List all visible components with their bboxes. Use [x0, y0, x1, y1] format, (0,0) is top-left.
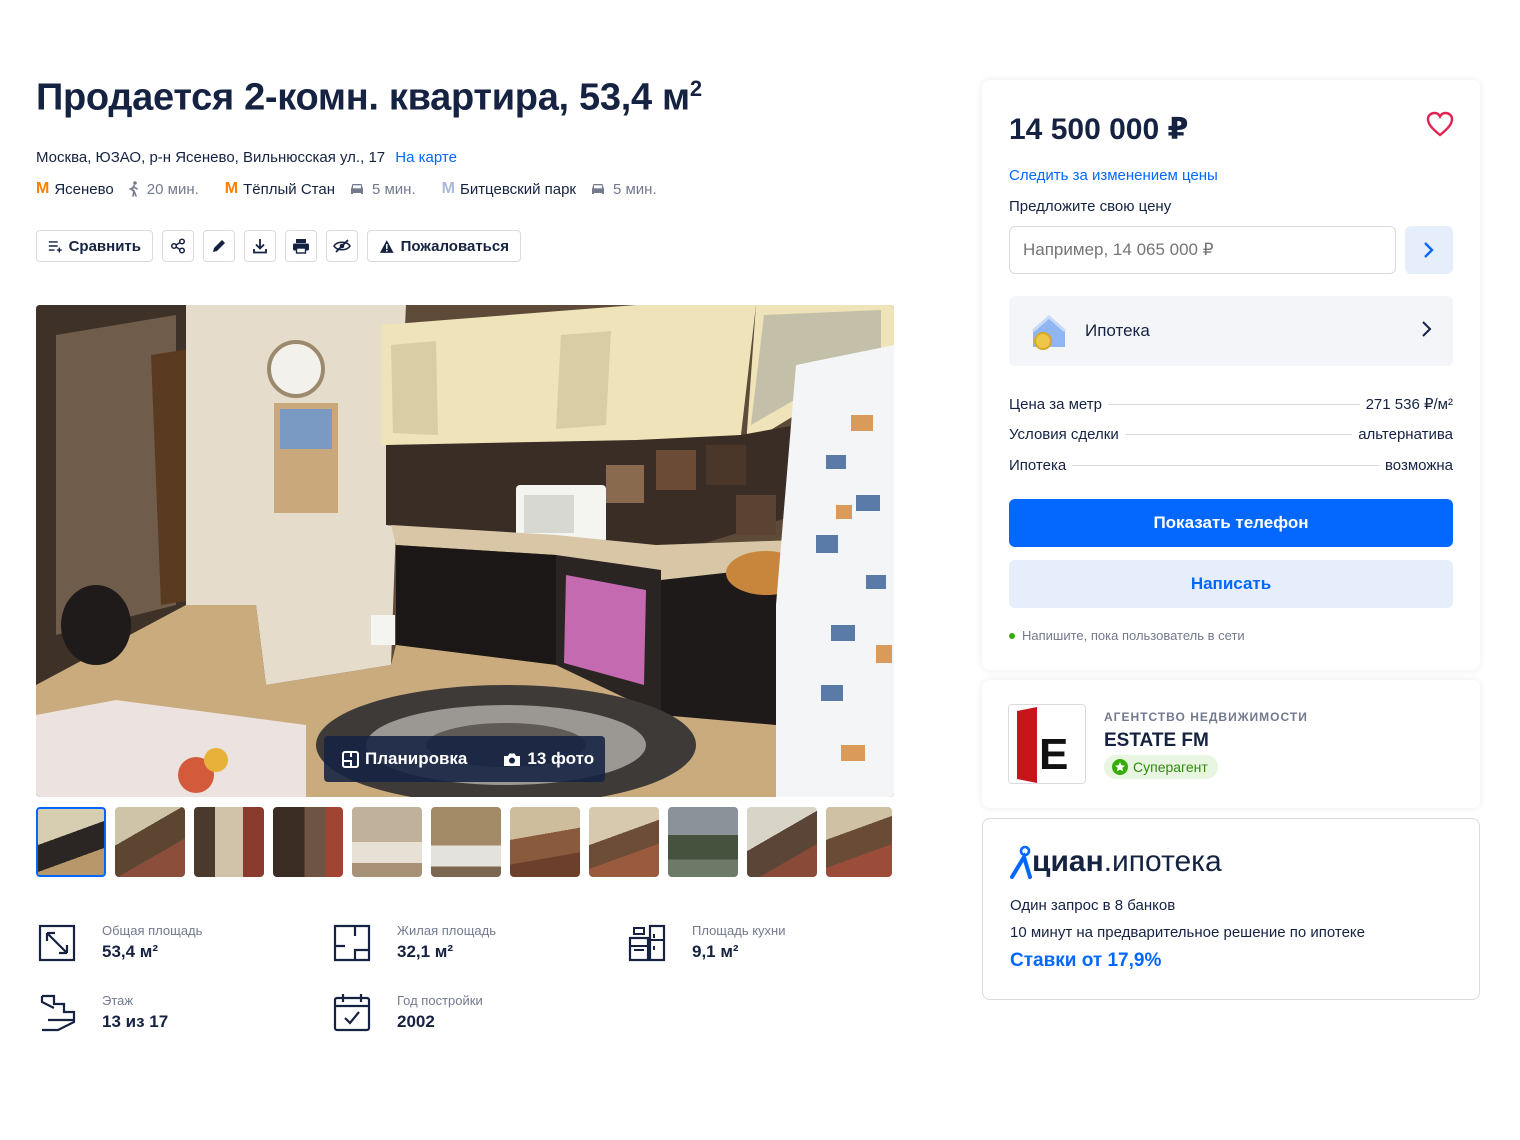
offer-price-input[interactable]: [1009, 226, 1396, 274]
watch-price-link[interactable]: Следить за изменением цены: [1009, 167, 1218, 184]
spec-row: Условия сделки альтернатива: [1009, 426, 1453, 443]
map-link[interactable]: На карте: [395, 149, 457, 166]
download-button[interactable]: [244, 230, 276, 262]
share-icon: [170, 238, 186, 254]
thumbnail[interactable]: [273, 807, 343, 877]
fact-floor: Этаж 13 из 17: [36, 990, 168, 1034]
metro-station[interactable]: M Тёплый Стан 5 мин.: [225, 180, 416, 198]
living-area-icon: [333, 924, 371, 962]
metro-name: Ясенево: [54, 180, 114, 198]
gallery-controls: Планировка 13 фото: [324, 736, 605, 782]
walk-icon: [128, 181, 138, 197]
cian-mortgage-logo: циан .ипотека: [1010, 845, 1222, 879]
show-phone-button[interactable]: Показать телефон: [1009, 499, 1453, 547]
compare-icon: [48, 241, 62, 253]
photo-gallery[interactable]: Планировка 13 фото: [36, 305, 894, 797]
floor-plan-icon: [342, 750, 359, 768]
online-status: Напишите, пока пользователь в сети: [1009, 628, 1245, 643]
cian-mortgage-card[interactable]: циан .ипотека Один запрос в 8 банков 10 м…: [982, 818, 1480, 1000]
stairs-icon: [40, 994, 76, 1032]
thumbnail[interactable]: [668, 807, 738, 877]
kitchen-area-icon: [628, 924, 666, 962]
thumbnail[interactable]: [115, 807, 185, 877]
thumbnail[interactable]: [589, 807, 659, 877]
mortgage-label: Ипотека: [1085, 321, 1150, 340]
edit-icon: [213, 240, 225, 252]
thumbnail[interactable]: [826, 807, 892, 877]
edit-button[interactable]: [203, 230, 235, 262]
agent-name[interactable]: ESTATE FM: [1104, 730, 1209, 752]
calendar-icon: [333, 994, 371, 1032]
thumbnail[interactable]: [194, 807, 264, 877]
agent-kind: АГЕНТСТВО НЕДВИЖИМОСТИ: [1104, 710, 1308, 724]
metro-icon: M: [224, 180, 239, 197]
photos-button[interactable]: 13 фото: [503, 749, 594, 769]
address: Москва, ЮЗАО, р-н Ясенево, Вильнюсская у…: [36, 149, 457, 166]
metro-station[interactable]: M Ясенево 20 мин.: [36, 180, 199, 198]
metro-name: Тёплый Стан: [243, 180, 335, 198]
metro-time: 5 мин.: [590, 181, 657, 198]
thumbnail[interactable]: [36, 807, 106, 877]
cian-line-banks: Один запрос в 8 банков: [1010, 897, 1176, 914]
address-text: Москва, ЮЗАО, р-н Ясенево, Вильнюсская у…: [36, 149, 386, 166]
price: 14 500 000 ₽: [1009, 113, 1189, 146]
fact-total-area: Общая площадь 53,4 м²: [36, 920, 202, 964]
listing-toolbar: Сравнить Пожаловаться: [36, 230, 521, 262]
kitchen-photo: [36, 305, 894, 797]
offer-label: Предложите свою цену: [1009, 198, 1172, 215]
fact-kitchen-area: Площадь кухни 9,1 м²: [626, 920, 785, 964]
metro-station[interactable]: M Битцевский парк 5 мин.: [442, 180, 657, 198]
warning-icon: [379, 239, 394, 253]
cian-rate-link[interactable]: Ставки от 17,9%: [1010, 950, 1161, 972]
share-button[interactable]: [162, 230, 194, 262]
print-button[interactable]: [285, 230, 317, 262]
spec-row: Ипотека возможна: [1009, 457, 1453, 474]
download-icon: [253, 239, 267, 254]
compare-button[interactable]: Сравнить: [36, 230, 153, 262]
metro-name: Битцевский парк: [459, 180, 576, 198]
chevron-right-icon: [1424, 242, 1434, 258]
report-button[interactable]: Пожаловаться: [367, 230, 521, 262]
hide-icon: [333, 239, 351, 253]
offer-submit-button[interactable]: [1405, 226, 1453, 274]
superagent-badge: Суперагент: [1104, 755, 1218, 779]
car-icon: [350, 184, 363, 194]
agency-logo: E: [1008, 704, 1086, 784]
chevron-right-icon: [1422, 321, 1432, 337]
fact-year-built: Год постройки 2002: [331, 990, 483, 1034]
metro-time: 5 мин.: [349, 181, 416, 198]
thumbnail-strip: [36, 807, 894, 877]
svg-text:E: E: [1039, 730, 1068, 779]
page-title: Продается 2-комн. квартира, 53,4 м2: [36, 76, 702, 119]
camera-icon: [504, 753, 521, 766]
metro-time: 20 мин.: [128, 181, 199, 198]
online-dot: [1009, 632, 1015, 639]
car-icon: [591, 184, 604, 194]
hide-button[interactable]: [326, 230, 358, 262]
thumbnail[interactable]: [352, 807, 422, 877]
cian-pin-icon: [1010, 845, 1032, 879]
layout-button[interactable]: Планировка: [342, 749, 467, 769]
thumbnail[interactable]: [431, 807, 501, 877]
write-message-button[interactable]: Написать: [1009, 560, 1453, 608]
metro-icon: M: [36, 180, 50, 197]
thumbnail[interactable]: [510, 807, 580, 877]
metro-icon: M: [441, 180, 455, 197]
favorite-heart-icon[interactable]: [1426, 111, 1454, 137]
spec-row: Цена за метр 271 536 ₽/м²: [1009, 396, 1453, 413]
print-icon: [293, 239, 309, 254]
metro-list: M Ясенево 20 мин. M Тёплый Стан 5 мин. M…: [36, 180, 683, 198]
cian-line-decision: 10 минут на предварительное решение по и…: [1010, 924, 1365, 941]
total-area-icon: [38, 924, 76, 962]
thumbnail[interactable]: [747, 807, 817, 877]
star-badge-icon: [1112, 759, 1128, 775]
fact-living-area: Жилая площадь 32,1 м²: [331, 920, 496, 964]
house-coin-icon: [1032, 315, 1066, 350]
mortgage-row[interactable]: Ипотека: [1009, 296, 1453, 366]
price-specs: Цена за метр 271 536 ₽/м² Условия сделки а…: [1009, 395, 1453, 488]
price-card: 14 500 000 ₽ Следить за изменением цены …: [982, 80, 1480, 670]
agent-card[interactable]: E АГЕНТСТВО НЕДВИЖИМОСТИ ESTATE FM Супер…: [982, 680, 1480, 808]
